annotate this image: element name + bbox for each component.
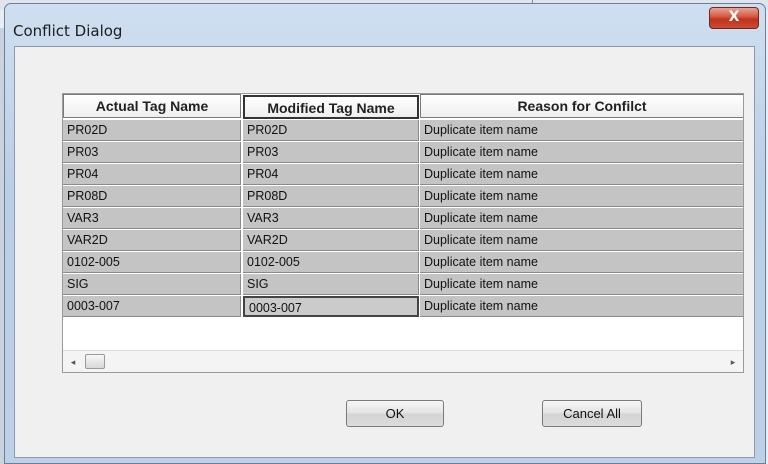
table-row[interactable]: PR03 PR03 Duplicate item name: [63, 142, 743, 164]
column-header-modified-tag-name[interactable]: Modified Tag Name: [243, 95, 419, 119]
scrollbar-thumb[interactable]: [85, 354, 105, 369]
cell-modified-tag-name[interactable]: PR04: [243, 164, 419, 185]
table-header: Actual Tag Name Modified Tag Name Reason…: [63, 94, 743, 120]
cell-modified-tag-name[interactable]: PR03: [243, 142, 419, 163]
title-bar[interactable]: Conflict Dialog X: [5, 4, 765, 46]
cell-modified-tag-name[interactable]: PR08D: [243, 186, 419, 207]
cell-actual-tag-name[interactable]: SIG: [63, 274, 241, 295]
table-row[interactable]: PR08D PR08D Duplicate item name: [63, 186, 743, 208]
conflict-table: Actual Tag Name Modified Tag Name Reason…: [62, 93, 744, 373]
cell-modified-tag-name[interactable]: 0003-007: [243, 296, 419, 317]
column-header-reason-for-conflict[interactable]: Reason for Confilct: [420, 94, 743, 118]
scroll-right-arrow-icon[interactable]: ▸: [727, 355, 739, 369]
cell-actual-tag-name[interactable]: PR08D: [63, 186, 241, 207]
cell-modified-tag-name[interactable]: VAR2D: [243, 230, 419, 251]
scroll-left-arrow-icon[interactable]: ◂: [67, 355, 79, 369]
cell-reason[interactable]: Duplicate item name: [420, 120, 743, 141]
table-row[interactable]: PR04 PR04 Duplicate item name: [63, 164, 743, 186]
close-button[interactable]: X: [709, 7, 759, 29]
cell-modified-tag-name[interactable]: VAR3: [243, 208, 419, 229]
cell-modified-tag-name[interactable]: SIG: [243, 274, 419, 295]
cell-reason[interactable]: Duplicate item name: [420, 164, 743, 185]
horizontal-scrollbar[interactable]: ◂ ▸: [63, 350, 743, 372]
column-header-actual-tag-name[interactable]: Actual Tag Name: [63, 94, 241, 118]
cell-reason[interactable]: Duplicate item name: [420, 274, 743, 295]
table-row[interactable]: SIG SIG Duplicate item name: [63, 274, 743, 296]
cell-actual-tag-name[interactable]: PR04: [63, 164, 241, 185]
cell-reason[interactable]: Duplicate item name: [420, 208, 743, 229]
conflict-dialog-window: Conflict Dialog X Actual Tag Name Modifi…: [4, 3, 766, 464]
table-row[interactable]: PR02D PR02D Duplicate item name: [63, 120, 743, 142]
cell-actual-tag-name[interactable]: VAR3: [63, 208, 241, 229]
table-row[interactable]: 0003-007 0003-007 Duplicate item name: [63, 296, 743, 318]
cell-reason[interactable]: Duplicate item name: [420, 252, 743, 273]
table-row[interactable]: 0102-005 0102-005 Duplicate item name: [63, 252, 743, 274]
cell-reason[interactable]: Duplicate item name: [420, 142, 743, 163]
cell-actual-tag-name[interactable]: VAR2D: [63, 230, 241, 251]
dialog-client-area: Actual Tag Name Modified Tag Name Reason…: [14, 46, 755, 458]
cell-reason[interactable]: Duplicate item name: [420, 230, 743, 251]
cell-modified-tag-name[interactable]: PR02D: [243, 120, 419, 141]
cell-reason[interactable]: Duplicate item name: [420, 186, 743, 207]
ok-button[interactable]: OK: [346, 400, 444, 427]
table-row[interactable]: VAR3 VAR3 Duplicate item name: [63, 208, 743, 230]
cell-actual-tag-name[interactable]: PR02D: [63, 120, 241, 141]
cell-actual-tag-name[interactable]: 0003-007: [63, 296, 241, 317]
close-icon: X: [728, 9, 740, 25]
table-row[interactable]: VAR2D VAR2D Duplicate item name: [63, 230, 743, 252]
cancel-all-button[interactable]: Cancel All: [542, 400, 642, 427]
cell-actual-tag-name[interactable]: 0102-005: [63, 252, 241, 273]
cell-actual-tag-name[interactable]: PR03: [63, 142, 241, 163]
cell-modified-tag-name[interactable]: 0102-005: [243, 252, 419, 273]
table-body: PR02D PR02D Duplicate item name PR03 PR03 Dup…: [63, 120, 743, 318]
dialog-title: Conflict Dialog: [13, 22, 123, 40]
cell-reason[interactable]: Duplicate item name: [420, 296, 743, 317]
